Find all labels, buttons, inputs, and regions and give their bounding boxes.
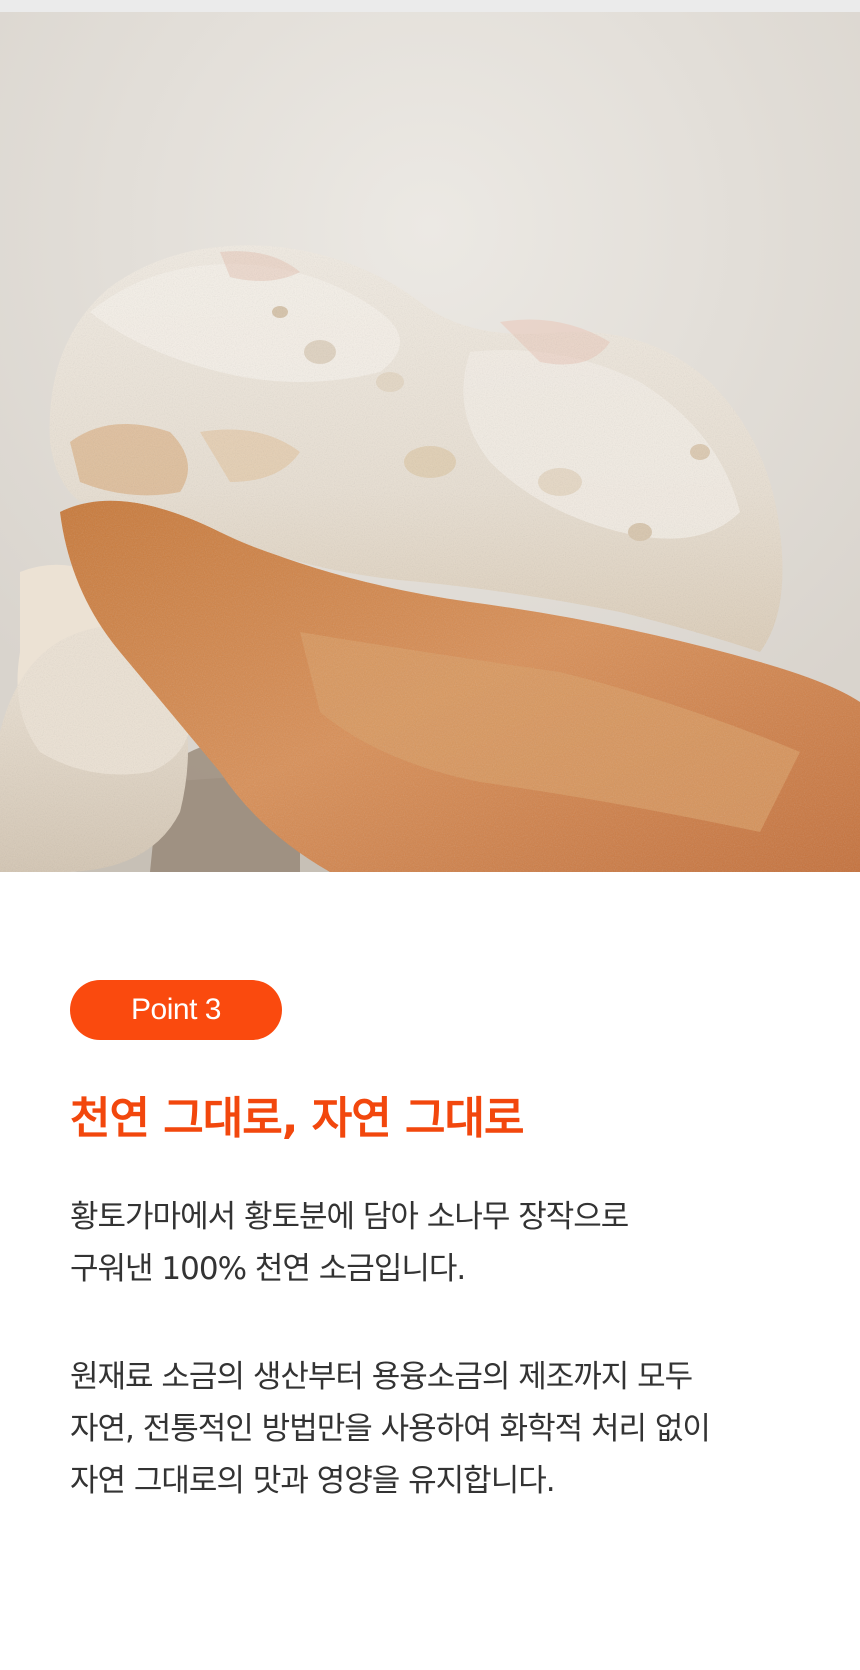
section-headline: 천연 그대로, 자연 그대로 [70,1093,524,1144]
paragraph-line: 황토가마에서 황토분에 담아 소나무 장작으로 [70,1199,629,1235]
hero-image [0,12,860,872]
salt-crystal-photo [0,12,860,872]
paragraph-line: 자연 그대로의 맛과 영양을 유지합니다. [70,1463,556,1499]
point-badge: Point 3 [70,980,282,1040]
top-divider [0,0,860,12]
paragraph-line: 원재료 소금의 생산부터 용융소금의 제조까지 모두 [70,1359,693,1395]
paragraph-line: 구워낸 100% 천연 소금입니다. [70,1251,466,1287]
description-paragraph-1: 황토가마에서 황토분에 담아 소나무 장작으로 구워낸 100% 천연 소금입니… [70,1191,800,1295]
feature-point-section: Point 3 천연 그대로, 자연 그대로 황토가마에서 황토분에 담아 소나… [70,980,800,1507]
description-paragraph-2: 원재료 소금의 생산부터 용융소금의 제조까지 모두 자연, 전통적인 방법만을… [70,1351,800,1507]
paragraph-line: 자연, 전통적인 방법만을 사용하여 화학적 처리 없이 [70,1411,711,1447]
